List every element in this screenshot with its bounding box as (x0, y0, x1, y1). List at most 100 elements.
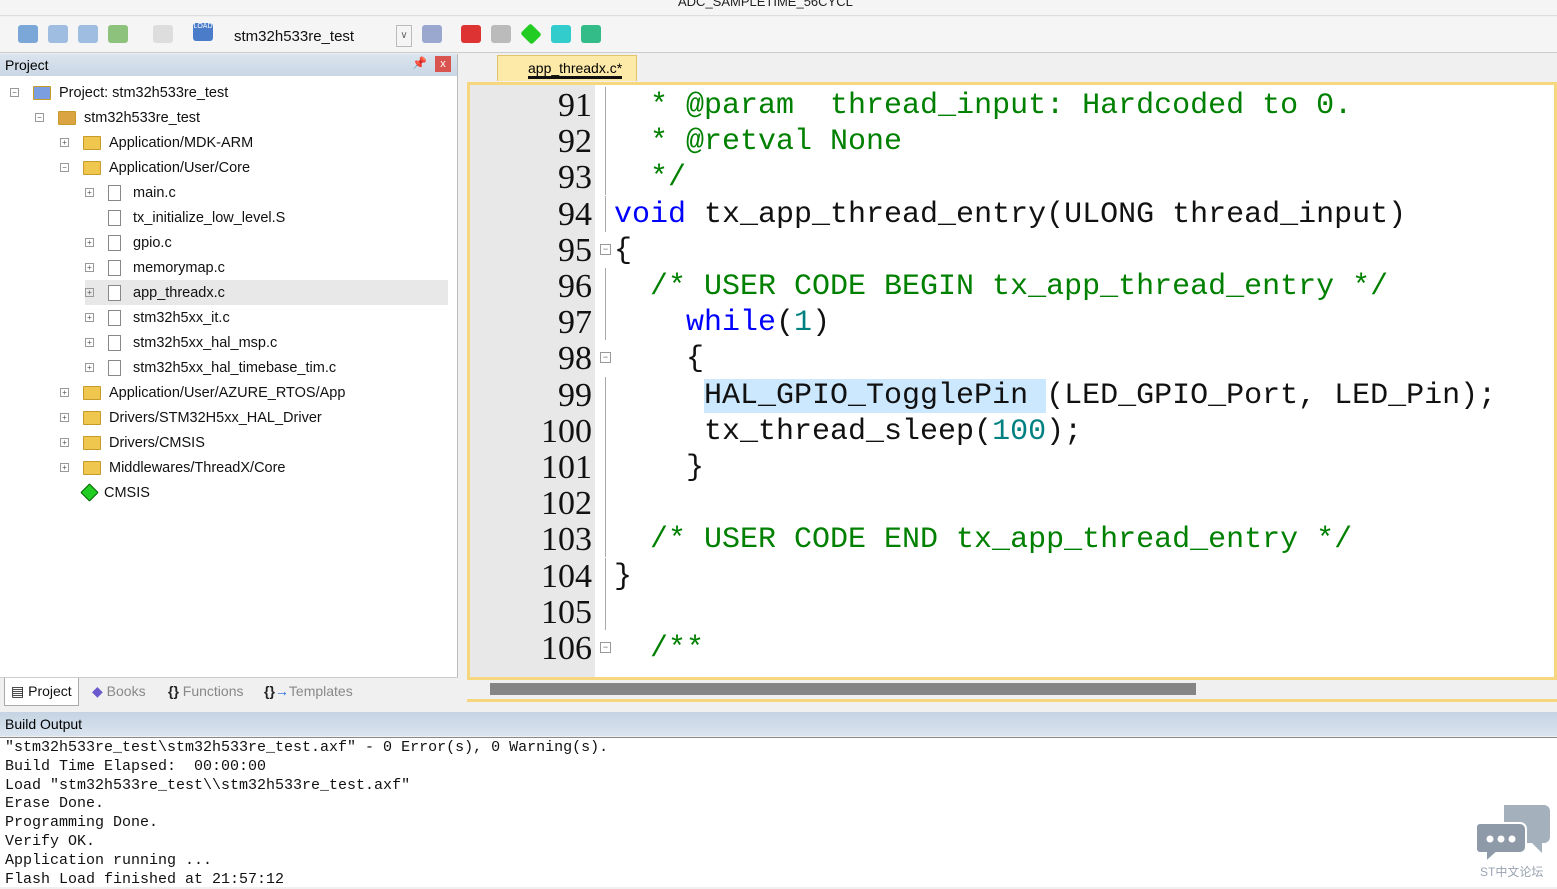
tab-project[interactable]: ▤ Project (4, 678, 79, 706)
expand-toggle-icon[interactable]: + (60, 138, 69, 147)
expand-toggle-icon[interactable]: + (85, 288, 94, 297)
fold-toggle-icon[interactable]: − (600, 243, 611, 255)
tree-item[interactable]: + Application/User/AZURE_RTOS/App (60, 380, 345, 405)
code-editor[interactable]: 91 * @param thread_input: Hardcoded to 0… (467, 82, 1557, 680)
tab-templates[interactable]: {}→Templates (258, 678, 359, 706)
tree-item-label: stm32h5xx_it.c (133, 309, 230, 326)
tree-item[interactable]: + stm32h5xx_it.c (85, 305, 230, 330)
code-line: /** (614, 632, 704, 666)
code-line: while(1) (614, 306, 830, 340)
build-output[interactable]: "stm32h533re_test\stm32h533re_test.axf" … (0, 737, 1557, 888)
tree-item-label: main.c (133, 184, 176, 201)
tree-item[interactable]: + stm32h5xx_hal_timebase_tim.c (85, 355, 336, 380)
tree-item[interactable]: − Application/User/Core (60, 155, 250, 180)
expand-toggle-icon[interactable]: − (35, 113, 44, 122)
books-icon: ◆ (92, 683, 103, 699)
tree-item[interactable]: tx_initialize_low_level.S (85, 205, 285, 230)
pack-installer-icon[interactable] (581, 25, 601, 43)
tree-item-label: Drivers/CMSIS (109, 434, 205, 451)
build-output-header: Build Output (0, 712, 1557, 736)
translate-icon[interactable] (18, 25, 38, 43)
tab-functions[interactable]: {} Functions (162, 678, 250, 706)
tree-item[interactable]: + Drivers/CMSIS (60, 430, 205, 455)
batch-build-icon[interactable] (108, 25, 128, 43)
chevron-down-icon[interactable]: ∨ (396, 25, 412, 47)
tab-books[interactable]: ◆ Books (86, 678, 152, 706)
line-number: 92 (558, 123, 592, 161)
tree-item[interactable]: + app_threadx.c (85, 280, 448, 305)
fold-line (605, 87, 606, 123)
code-line: { (614, 342, 704, 376)
expand-toggle-icon[interactable]: + (60, 463, 69, 472)
fold-toggle-icon[interactable]: − (600, 642, 611, 653)
code-token: tx_thread_sleep( (614, 414, 993, 449)
load-icon[interactable]: LOAD (193, 23, 213, 41)
code-token: /* USER CODE BEGIN tx_app_thread_entry *… (614, 270, 1389, 304)
expand-toggle-icon[interactable]: − (60, 163, 69, 172)
forum-logo[interactable]: ST中文论坛 (1475, 803, 1552, 883)
expand-toggle-icon[interactable]: + (85, 238, 94, 247)
code-line: void tx_app_thread_entry(ULONG thread_in… (614, 198, 1406, 232)
target-select[interactable]: stm32h533re_test ∨ (228, 24, 412, 48)
close-icon[interactable]: x (435, 56, 451, 72)
target-name: stm32h533re_test (234, 28, 355, 45)
line-number: 98 (558, 340, 592, 378)
tree-item-label: stm32h5xx_hal_timebase_tim.c (133, 359, 337, 376)
expand-toggle-icon[interactable]: − (10, 88, 19, 97)
code-token: ); (1046, 414, 1083, 449)
tab-label: Books (106, 683, 146, 699)
expand-toggle-icon[interactable]: + (85, 338, 94, 347)
file-extensions-icon[interactable] (491, 25, 511, 43)
rte-icon[interactable] (520, 23, 542, 45)
options-wand-icon[interactable] (422, 25, 442, 43)
rebuild-icon[interactable] (78, 25, 98, 43)
expand-toggle-icon[interactable]: + (85, 363, 94, 372)
fold-line (605, 195, 606, 232)
line-number: 106 (541, 630, 592, 667)
expand-toggle-icon[interactable]: + (85, 188, 94, 197)
file-icon (108, 209, 121, 226)
tree-item-label: tx_initialize_low_level.S (133, 209, 286, 226)
define-combo[interactable]: ADC_SAMPLETIME_56CYCL (678, 0, 853, 9)
tree-item[interactable]: CMSIS (60, 480, 150, 505)
expand-toggle-icon[interactable]: + (60, 438, 69, 447)
scrollbar-thumb[interactable] (490, 683, 1196, 695)
fold-line (605, 449, 606, 485)
pin-icon[interactable]: 📌 (412, 56, 427, 70)
tree-item[interactable]: + stm32h5xx_hal_msp.c (85, 330, 277, 355)
code-token: * @retval None (614, 125, 903, 160)
expand-toggle-icon[interactable]: + (85, 263, 94, 272)
fold-line (605, 159, 606, 196)
tree-item-label: app_threadx.c (133, 284, 225, 301)
line-number: 99 (558, 376, 592, 414)
tree-item[interactable]: + Drivers/STM32H5xx_HAL_Driver (60, 405, 322, 430)
tab-label: app_threadx.c* (528, 60, 623, 79)
tree-item[interactable]: + gpio.c (85, 230, 172, 255)
expand-toggle-icon[interactable]: + (60, 413, 69, 422)
tab-app-threadx[interactable]: app_threadx.c* (497, 55, 637, 81)
file-icon (108, 359, 121, 376)
tree-item[interactable]: + memorymap.c (85, 255, 225, 280)
folder-icon (83, 460, 101, 475)
output-line: Verify OK. (5, 832, 96, 850)
tree-item[interactable]: − stm32h533re_test (35, 105, 200, 130)
stop-build-icon[interactable] (153, 25, 173, 43)
project-panel: Project 📌 x − Project: stm32h533re_test − stm… (0, 54, 458, 706)
fold-toggle-icon[interactable]: − (600, 352, 611, 364)
tree-item-label: Project: stm32h533re_test (59, 84, 229, 101)
select-pack-icon[interactable] (551, 25, 571, 43)
folder-icon (83, 410, 101, 425)
line-number: 100 (541, 412, 592, 450)
expand-toggle-icon[interactable]: + (60, 388, 69, 397)
build-icon[interactable] (48, 25, 68, 43)
manage-components-icon[interactable] (461, 25, 481, 43)
horizontal-scrollbar[interactable] (467, 680, 1557, 702)
expand-toggle-icon[interactable]: + (85, 313, 94, 322)
tree-item[interactable]: + Middlewares/ThreadX/Core (60, 455, 286, 480)
tree-item-label: stm32h533re_test (84, 109, 201, 126)
file-icon (108, 184, 121, 201)
tree-item[interactable]: − Project: stm32h533re_test (10, 80, 228, 105)
tree-item[interactable]: + main.c (85, 180, 176, 205)
tree-item[interactable]: + Application/MDK-ARM (60, 130, 253, 155)
